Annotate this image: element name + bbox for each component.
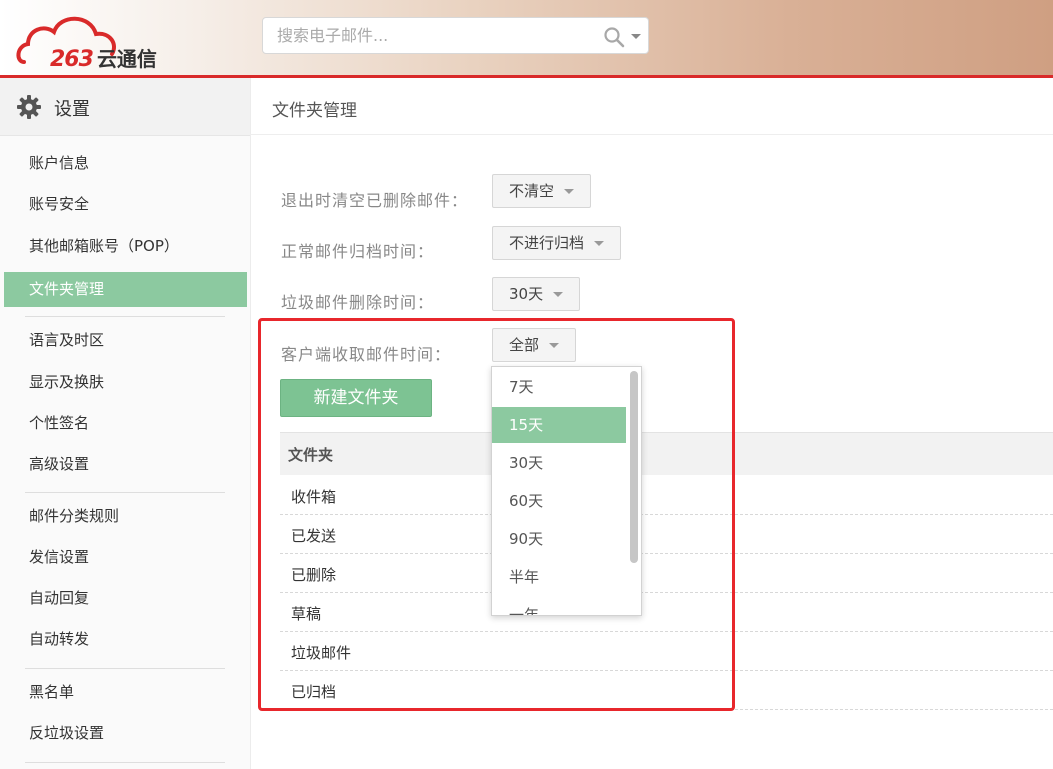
sidebar-item-auto-forward[interactable]: 自动转发 <box>4 622 247 657</box>
search-input[interactable] <box>263 18 597 53</box>
logo-cn-text: 云通信 <box>96 47 157 71</box>
dropdown-option-highlighted[interactable]: 15天 <box>492 407 626 443</box>
sidebar-item-language-timezone[interactable]: 语言及时区 <box>4 323 247 358</box>
table-row[interactable]: 收件箱 <box>280 476 1053 515</box>
client-fetch-time-dropdown: 7天 15天 30天 60天 90天 半年 一年 <box>491 366 642 616</box>
top-header: 263 云通信 <box>0 0 1053 78</box>
page-title: 文件夹管理 <box>272 101 357 121</box>
search-icon[interactable] <box>603 26 625 48</box>
select-value: 全部 <box>509 336 540 354</box>
dropdown-option[interactable]: 30天 <box>492 445 626 481</box>
select-value: 30天 <box>509 285 544 303</box>
client-fetch-time-select[interactable]: 全部 <box>492 328 576 362</box>
search-box <box>262 17 649 54</box>
table-row[interactable]: 已发送 <box>280 515 1053 554</box>
archive-time-select[interactable]: 不进行归档 <box>492 226 621 260</box>
table-row[interactable]: 已删除 <box>280 554 1053 593</box>
folder-column-header: 文件夹 <box>288 446 334 464</box>
chevron-down-icon <box>564 189 574 194</box>
sidebar-item-account-security[interactable]: 账号安全 <box>4 187 247 222</box>
folder-name: 垃圾邮件 <box>291 644 352 662</box>
gear-icon <box>17 95 41 119</box>
search-options-chevron-down-icon[interactable] <box>631 34 641 39</box>
table-row[interactable]: 草稿 <box>280 593 1053 632</box>
client-fetch-time-label: 客户端收取邮件时间： <box>281 345 452 364</box>
spam-delete-time-select[interactable]: 30天 <box>492 277 580 311</box>
sidebar-item-display-skin[interactable]: 显示及换肤 <box>4 365 247 400</box>
sidebar-title: 设置 <box>54 99 90 120</box>
clear-deleted-on-exit-select[interactable]: 不清空 <box>492 174 591 208</box>
select-value: 不清空 <box>509 182 555 200</box>
folder-name: 草稿 <box>291 605 322 623</box>
dropdown-scrollbar[interactable] <box>630 371 638 563</box>
sidebar-divider <box>25 492 225 493</box>
chevron-down-icon <box>553 292 563 297</box>
folder-name: 收件箱 <box>291 488 337 506</box>
sidebar-divider <box>25 668 225 669</box>
spam-delete-time-label: 垃圾邮件删除时间： <box>281 293 435 312</box>
archive-time-label: 正常邮件归档时间： <box>281 242 435 261</box>
select-value: 不进行归档 <box>509 234 585 252</box>
sidebar-item-account-info[interactable]: 账户信息 <box>4 146 247 181</box>
sidebar-item-signature[interactable]: 个性签名 <box>4 406 247 441</box>
dropdown-option[interactable]: 90天 <box>492 521 626 557</box>
sidebar-item-blacklist[interactable]: 黑名单 <box>4 675 247 710</box>
dropdown-option[interactable]: 7天 <box>492 369 626 405</box>
sidebar-item-advanced[interactable]: 高级设置 <box>4 447 247 482</box>
chevron-down-icon <box>594 241 604 246</box>
settings-sidebar: 设置 账户信息 账号安全 其他邮箱账号（POP） 文件夹管理 语言及时区 显示及… <box>0 78 251 769</box>
sidebar-item-folder-management[interactable]: 文件夹管理 <box>4 272 247 307</box>
logo[interactable]: 263 云通信 <box>14 10 204 72</box>
logo-number: 263 <box>50 47 94 72</box>
folder-name: 已删除 <box>291 566 337 584</box>
dropdown-option[interactable]: 一年 <box>492 597 626 615</box>
folder-name: 已发送 <box>291 527 337 545</box>
sidebar-item-antispam[interactable]: 反垃圾设置 <box>4 716 247 751</box>
sidebar-divider <box>25 316 225 317</box>
table-row[interactable]: 垃圾邮件 <box>280 632 1053 671</box>
logo-wordmark: 263 云通信 <box>50 43 157 72</box>
page-title-bar: 文件夹管理 <box>250 78 1053 135</box>
sidebar-divider <box>25 762 225 763</box>
dropdown-option[interactable]: 60天 <box>492 483 626 519</box>
sidebar-item-pop-accounts[interactable]: 其他邮箱账号（POP） <box>4 229 247 264</box>
sidebar-header: 设置 <box>0 78 250 136</box>
chevron-down-icon <box>549 343 559 348</box>
sidebar-item-send-settings[interactable]: 发信设置 <box>4 540 247 575</box>
clear-deleted-on-exit-label: 退出时清空已删除邮件： <box>281 191 469 210</box>
table-row[interactable]: 已归档 <box>280 671 1053 710</box>
folder-table-header: 文件夹 <box>280 432 1053 475</box>
folder-name: 已归档 <box>291 683 337 701</box>
dropdown-option[interactable]: 半年 <box>492 559 626 595</box>
new-folder-button[interactable]: 新建文件夹 <box>280 379 432 417</box>
sidebar-item-mail-rules[interactable]: 邮件分类规则 <box>4 499 247 534</box>
sidebar-item-auto-reply[interactable]: 自动回复 <box>4 581 247 616</box>
